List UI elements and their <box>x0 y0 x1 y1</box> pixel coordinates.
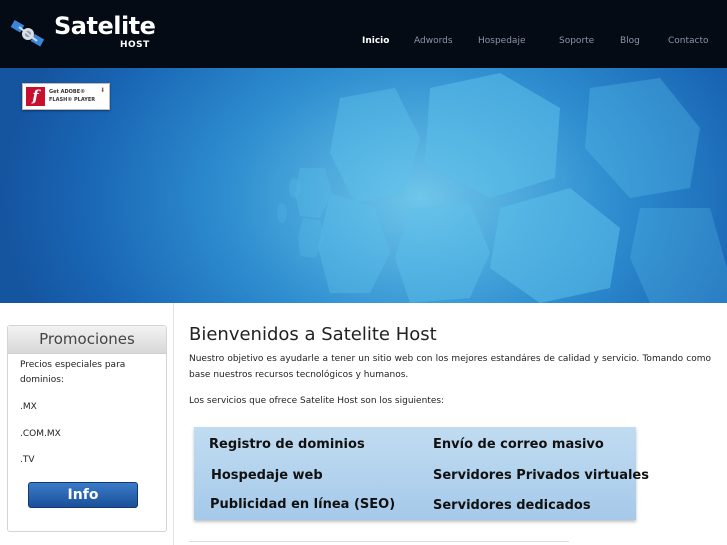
promotions-box: Promociones Precios especiales para domi… <box>7 325 167 532</box>
service-servidores-privados[interactable]: Servidores Privados virtuales <box>433 468 649 483</box>
nav-adwords[interactable]: Adwords <box>414 36 453 46</box>
nav-inicio[interactable]: Inicio <box>362 36 389 46</box>
nav-blog[interactable]: Blog <box>620 36 640 46</box>
nav-soporte[interactable]: Soporte <box>559 36 594 46</box>
download-arrow-icon: ⬇ <box>99 87 105 94</box>
service-publicidad-seo[interactable]: Publicidad en línea (SEO) <box>210 497 395 512</box>
intro-paragraph: Nuestro objetivo es ayudarle a tener un … <box>189 354 711 380</box>
site-header: Satelite HOST Inicio Adwords Hospedaje S… <box>0 0 727 68</box>
get-flash-player-badge[interactable]: f Get ADOBE® FLASH® PLAYER ⬇ <box>22 83 110 110</box>
promotions-title: Promociones <box>8 326 166 354</box>
promo-intro: Precios especiales para dominios: <box>20 360 126 385</box>
content-divider <box>189 541 569 542</box>
service-hospedaje-web[interactable]: Hospedaje web <box>211 468 323 483</box>
promo-item-tv: .TV <box>20 455 35 465</box>
page-title: Bienvenidos a Satelite Host <box>189 324 437 345</box>
service-registro-dominios[interactable]: Registro de dominios <box>209 437 365 452</box>
nav-contacto[interactable]: Contacto <box>668 36 709 46</box>
flash-badge-line1: Get ADOBE® <box>49 89 86 95</box>
services-panel: Registro de dominios Envío de correo mas… <box>194 427 649 520</box>
flash-logo-icon: f <box>26 87 45 106</box>
info-button[interactable]: Info <box>28 482 138 508</box>
main-nav: Inicio Adwords Hospedaje Soporte Blog Co… <box>0 36 727 50</box>
promo-item-com-mx: .COM.MX <box>20 429 61 439</box>
nav-hospedaje[interactable]: Hospedaje <box>478 36 525 46</box>
column-divider <box>173 303 174 545</box>
service-servidores-dedicados[interactable]: Servidores dedicados <box>433 498 591 513</box>
flash-badge-line2: FLASH® PLAYER <box>49 97 96 103</box>
service-correo-masivo[interactable]: Envío de correo masivo <box>433 437 604 452</box>
promo-item-mx: .MX <box>20 402 37 412</box>
services-intro: Los servicios que ofrece Satelite Host s… <box>189 396 445 406</box>
